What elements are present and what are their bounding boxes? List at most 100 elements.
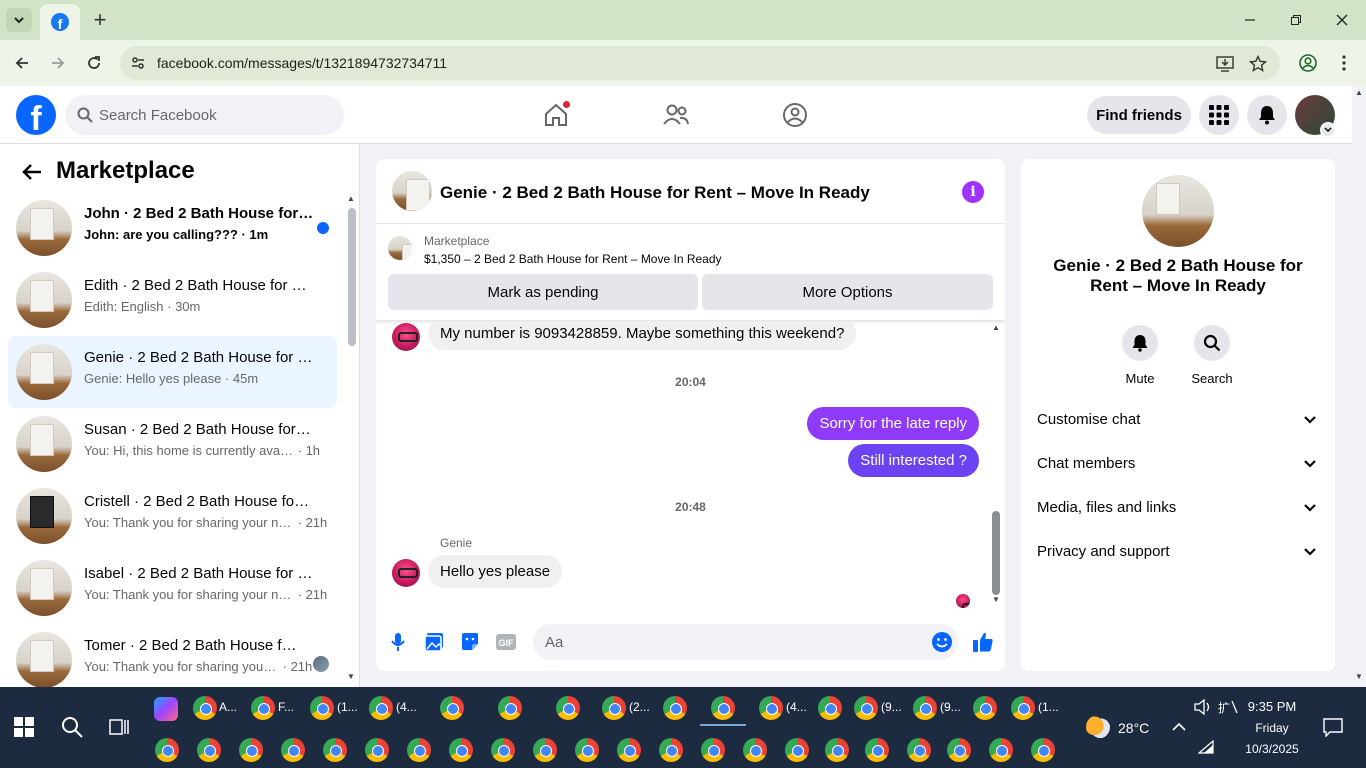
thumbs-up-icon[interactable] bbox=[971, 630, 995, 654]
profile-icon[interactable] bbox=[1296, 51, 1320, 75]
chrome-window-icon[interactable] bbox=[251, 696, 275, 720]
clock-date[interactable]: 10/3/2025 bbox=[1240, 742, 1304, 756]
chrome-window-icon[interactable] bbox=[617, 738, 641, 762]
chrome-window-icon[interactable] bbox=[989, 738, 1013, 762]
weather-icon[interactable] bbox=[1086, 715, 1110, 739]
conversation-item-john[interactable]: John · 2 Bed 2 Bath House for Rent – Mov… bbox=[8, 192, 337, 264]
chrome-window-icon[interactable] bbox=[602, 696, 626, 720]
conversation-item-cristell[interactable]: Cristell · 2 Bed 2 Bath House for Rent –… bbox=[8, 480, 337, 552]
section-privacy-support[interactable]: Privacy and support bbox=[1037, 541, 1319, 565]
url-omnibox[interactable]: facebook.com/messages/t/1321894732734711 bbox=[120, 46, 1280, 80]
listing-description[interactable]: $1,350 – 2 Bed 2 Bath House for Rent – M… bbox=[424, 252, 722, 266]
account-chevron-down-icon[interactable] bbox=[1320, 122, 1336, 138]
scroll-down-icon[interactable]: ▼ bbox=[992, 595, 1000, 604]
chrome-window-icon[interactable] bbox=[440, 696, 464, 720]
facebook-search-box[interactable] bbox=[65, 95, 344, 135]
scrollbar-thumb[interactable] bbox=[992, 511, 1000, 595]
microphone-icon[interactable] bbox=[386, 630, 410, 654]
friends-nav-icon[interactable] bbox=[659, 98, 693, 132]
conversation-item-edith[interactable]: Edith · 2 Bed 2 Bath House for Rent – Mo… bbox=[8, 264, 337, 336]
tab-search-dropdown-icon[interactable] bbox=[6, 8, 32, 32]
browser-tab-facebook[interactable]: f bbox=[40, 4, 80, 40]
scroll-down-icon[interactable]: ▼ bbox=[1355, 672, 1363, 681]
chrome-window-icon[interactable] bbox=[407, 738, 431, 762]
chrome-window-icon[interactable] bbox=[498, 696, 522, 720]
site-info-icon[interactable] bbox=[130, 55, 146, 71]
input-method-icon[interactable]: 扩 bbox=[1218, 699, 1238, 720]
bookmark-star-icon[interactable] bbox=[1248, 54, 1268, 74]
chrome-window-icon[interactable] bbox=[365, 738, 389, 762]
reload-icon[interactable] bbox=[82, 51, 106, 75]
photo-attach-icon[interactable] bbox=[422, 630, 446, 654]
windows-start-icon[interactable] bbox=[14, 717, 34, 737]
sender-avatar[interactable] bbox=[392, 559, 420, 587]
scrollbar-thumb[interactable] bbox=[348, 208, 356, 346]
clock-day[interactable]: Friday bbox=[1242, 721, 1302, 735]
info-icon[interactable]: i bbox=[962, 181, 984, 203]
gif-icon[interactable]: GIF bbox=[494, 630, 518, 654]
chat-title[interactable]: Genie · 2 Bed 2 Bath House for Rent – Mo… bbox=[440, 183, 870, 203]
mark-as-pending-button[interactable]: Mark as pending bbox=[388, 274, 698, 310]
copilot-icon[interactable] bbox=[154, 697, 178, 721]
notification-center-icon[interactable] bbox=[1323, 717, 1343, 742]
chrome-window-icon[interactable] bbox=[239, 738, 263, 762]
back-arrow-icon[interactable] bbox=[10, 51, 34, 75]
home-nav-icon[interactable] bbox=[539, 98, 573, 132]
chrome-window-icon[interactable] bbox=[947, 738, 971, 762]
taskbar-search-icon[interactable] bbox=[60, 715, 84, 744]
new-tab-plus-icon[interactable]: + bbox=[88, 7, 112, 32]
restore-window-icon[interactable] bbox=[1276, 6, 1316, 34]
forward-arrow-icon[interactable] bbox=[46, 51, 70, 75]
chrome-window-icon[interactable] bbox=[281, 738, 305, 762]
sender-avatar[interactable] bbox=[392, 323, 420, 351]
conversation-list-scrollbar[interactable]: ▲ ▼ bbox=[346, 194, 356, 684]
conversation-item-tomer[interactable]: Tomer · 2 Bed 2 Bath House for Rent – Mo… bbox=[8, 624, 337, 687]
sticker-icon[interactable] bbox=[458, 630, 482, 654]
weather-temperature[interactable]: 28°C bbox=[1118, 720, 1149, 736]
chrome-window-icon[interactable] bbox=[701, 738, 725, 762]
search-in-chat-button[interactable]: Search bbox=[1182, 325, 1242, 386]
chrome-window-icon[interactable] bbox=[193, 696, 217, 720]
chrome-window-icon[interactable] bbox=[818, 696, 842, 720]
conversation-item-susan[interactable]: Susan · 2 Bed 2 Bath House for Rent – Mo… bbox=[8, 408, 337, 480]
conversation-item-isabel[interactable]: Isabel · 2 Bed 2 Bath House for Rent – M… bbox=[8, 552, 337, 624]
page-scrollbar[interactable]: ▲ ▼ bbox=[1352, 86, 1366, 687]
chrome-window-icon[interactable] bbox=[659, 738, 683, 762]
chrome-window-icon[interactable] bbox=[197, 738, 221, 762]
tray-chevron-up-icon[interactable] bbox=[1172, 719, 1186, 737]
section-media-files-links[interactable]: Media, files and links bbox=[1037, 497, 1319, 521]
scroll-up-icon[interactable]: ▲ bbox=[992, 323, 1000, 332]
chrome-window-icon[interactable] bbox=[785, 738, 809, 762]
browser-menu-kebab-icon[interactable] bbox=[1332, 51, 1356, 75]
close-window-icon[interactable] bbox=[1322, 6, 1362, 34]
chrome-window-icon[interactable] bbox=[533, 738, 557, 762]
chrome-window-icon[interactable] bbox=[323, 738, 347, 762]
chrome-window-icon[interactable] bbox=[1011, 696, 1035, 720]
notifications-bell-icon[interactable] bbox=[1247, 95, 1287, 135]
emoji-icon[interactable] bbox=[931, 631, 953, 653]
scroll-up-icon[interactable]: ▲ bbox=[347, 194, 355, 203]
chrome-window-icon[interactable] bbox=[865, 738, 889, 762]
chrome-window-icon[interactable] bbox=[556, 696, 580, 720]
chrome-window-icon[interactable] bbox=[913, 696, 937, 720]
volume-icon[interactable] bbox=[1194, 698, 1212, 720]
section-chat-members[interactable]: Chat members bbox=[1037, 453, 1319, 477]
chrome-window-icon[interactable] bbox=[449, 738, 473, 762]
chrome-window-icon[interactable] bbox=[907, 738, 931, 762]
chrome-window-icon[interactable] bbox=[759, 696, 783, 720]
chrome-window-icon[interactable] bbox=[825, 738, 849, 762]
message-thread-scrollbar[interactable]: ▲ ▼ bbox=[990, 321, 1002, 611]
chrome-window-icon[interactable] bbox=[369, 696, 393, 720]
chrome-window-icon[interactable] bbox=[854, 696, 878, 720]
scroll-down-icon[interactable]: ▼ bbox=[347, 672, 355, 681]
conversation-item-genie[interactable]: Genie · 2 Bed 2 Bath House for Rent – Mo… bbox=[8, 336, 337, 408]
install-app-icon[interactable] bbox=[1215, 54, 1235, 74]
find-friends-button[interactable]: Find friends bbox=[1087, 96, 1191, 134]
wifi-icon[interactable] bbox=[1197, 739, 1214, 759]
chrome-window-icon[interactable] bbox=[973, 696, 997, 720]
message-input-box[interactable] bbox=[533, 624, 958, 660]
chrome-window-icon[interactable] bbox=[310, 696, 334, 720]
chrome-window-icon[interactable] bbox=[491, 738, 515, 762]
task-view-icon[interactable] bbox=[108, 716, 130, 743]
chat-details-avatar[interactable] bbox=[1142, 175, 1214, 247]
